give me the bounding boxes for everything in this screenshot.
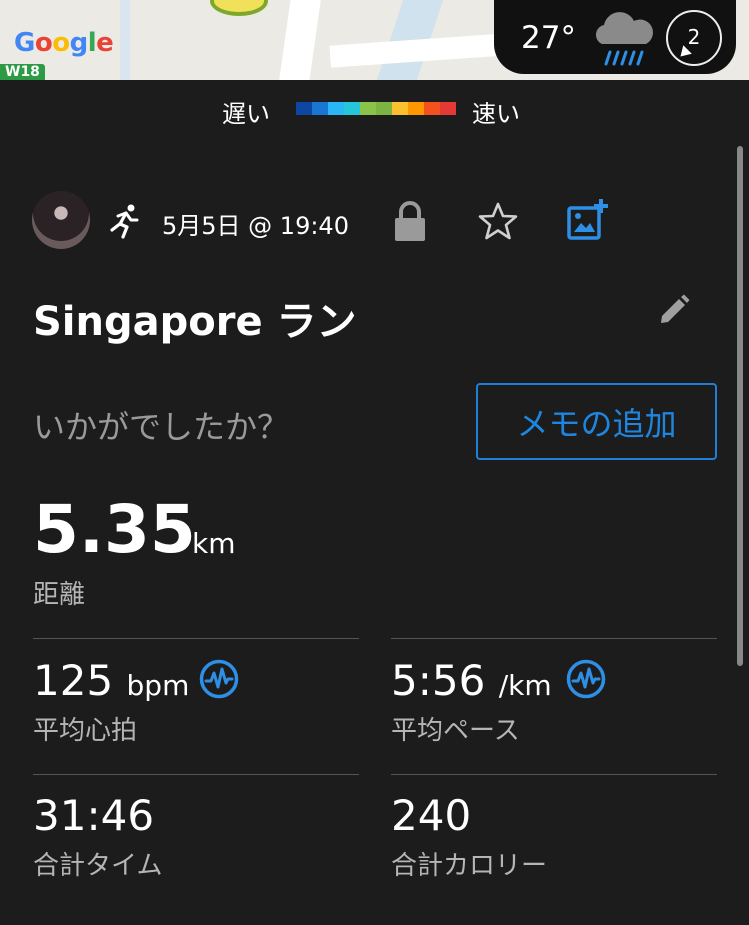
total-calories-value: 240 bbox=[391, 791, 472, 840]
distance-unit: km bbox=[192, 527, 236, 560]
google-logo-letter: G bbox=[14, 28, 35, 58]
speed-legend: 遅い 速い bbox=[0, 94, 749, 128]
speed-color-block bbox=[376, 102, 392, 115]
avg-heart-rate[interactable]: 125 bpm bbox=[33, 656, 189, 705]
speed-color-scale bbox=[296, 102, 456, 115]
avg-heart-rate-value: 125 bbox=[33, 656, 114, 705]
total-time-label: 合計タイム bbox=[33, 851, 163, 881]
feel-prompt: いかがでしたか？ bbox=[33, 408, 290, 446]
google-logo-letter: e bbox=[96, 28, 114, 58]
speed-color-block bbox=[424, 102, 440, 115]
avg-heart-rate-label: 平均心拍 bbox=[33, 716, 138, 746]
edit-pencil-icon[interactable] bbox=[658, 294, 690, 326]
map-road bbox=[278, 0, 322, 80]
google-logo-letter: l bbox=[87, 28, 97, 58]
distance-value: 5.35 bbox=[33, 491, 196, 568]
compass-value: 2 bbox=[687, 25, 701, 49]
divider bbox=[391, 774, 717, 775]
avg-pace[interactable]: 5:56 /km bbox=[391, 656, 552, 705]
rain-cloud-icon bbox=[595, 12, 653, 66]
google-logo-letter: o bbox=[52, 28, 70, 58]
speed-color-block bbox=[312, 102, 328, 115]
map-route-marker bbox=[210, 0, 268, 16]
speed-color-block bbox=[328, 102, 344, 115]
add-photo-icon[interactable] bbox=[566, 198, 610, 242]
weather-widget: 27° 2 bbox=[494, 0, 736, 74]
speed-color-block bbox=[392, 102, 408, 115]
google-logo-letter: g bbox=[69, 28, 89, 58]
avg-pace-value: 5:56 bbox=[391, 656, 486, 705]
divider bbox=[33, 774, 359, 775]
speed-color-block bbox=[296, 102, 312, 115]
scrollbar[interactable] bbox=[737, 146, 743, 666]
pace-chart-icon[interactable] bbox=[566, 659, 606, 699]
speed-color-block bbox=[344, 102, 360, 115]
star-icon[interactable] bbox=[478, 201, 518, 241]
google-logo-letter: o bbox=[34, 28, 53, 58]
road-badge: W18 bbox=[0, 64, 45, 80]
speed-color-block bbox=[360, 102, 376, 115]
total-time: 31:46 bbox=[33, 791, 154, 840]
lock-icon[interactable] bbox=[392, 200, 428, 242]
weather-temperature: 27° bbox=[521, 20, 576, 56]
distance-label: 距離 bbox=[33, 580, 86, 610]
divider bbox=[391, 638, 717, 639]
total-calories: 240 bbox=[391, 791, 471, 840]
google-logo: Google bbox=[14, 28, 114, 58]
legend-fast-label: 速い bbox=[472, 100, 520, 128]
running-icon bbox=[110, 204, 139, 239]
total-time-value: 31:46 bbox=[33, 791, 155, 840]
divider bbox=[33, 638, 359, 639]
map-river bbox=[120, 0, 130, 80]
avg-heart-rate-unit: bpm bbox=[126, 669, 190, 702]
speed-color-block bbox=[408, 102, 424, 115]
legend-slow-label: 遅い bbox=[222, 100, 270, 128]
total-calories-label: 合計カロリー bbox=[391, 851, 548, 881]
avg-pace-unit: /km bbox=[498, 669, 552, 702]
speed-color-block bbox=[440, 102, 456, 115]
avg-pace-label: 平均ペース bbox=[391, 716, 520, 746]
map-preview[interactable]: Google W18 27° 2 bbox=[0, 0, 749, 80]
avatar[interactable] bbox=[32, 191, 90, 249]
add-memo-button[interactable]: メモの追加 bbox=[476, 383, 717, 460]
heart-rate-chart-icon[interactable] bbox=[199, 659, 239, 699]
activity-date: 5月5日 @ 19:40 bbox=[162, 212, 349, 240]
activity-title: Singapore ラン bbox=[33, 299, 357, 345]
compass-button[interactable]: 2 bbox=[666, 10, 722, 66]
